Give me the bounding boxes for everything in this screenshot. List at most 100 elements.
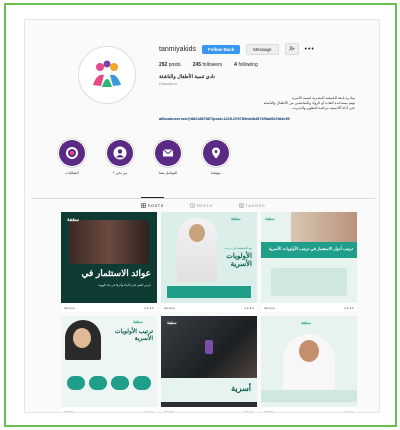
post-footer: tanmiya ● ● ● ● (161, 303, 257, 312)
post-title: أسرية (231, 384, 251, 393)
post-photo-face (189, 224, 205, 242)
highlight-ring (105, 138, 135, 168)
highlight-circle (59, 140, 85, 166)
profile-link[interactable]: allbookuser.ws/@8821887867/post=1225.2V5… (159, 117, 290, 121)
bio-line: نحن أداة أكاديمية مرحلية للتطوير والتدري… (292, 106, 355, 111)
tab-reels[interactable]: REELS (190, 200, 213, 208)
profile-header-row: tanmiyakids Follow Back Message ••• (159, 43, 315, 55)
story-highlights: الفعاليات من نحن ؟ التواصل معنا موقعنا (55, 138, 233, 175)
post-tile[interactable]: سقفة أسرية tanmiya ● ● ● ● (161, 316, 257, 413)
profile-category: Education (159, 81, 177, 86)
post-footer-text: tanmiya (264, 305, 275, 310)
post-social-icons: ● ● ● ● (244, 305, 254, 310)
username: tanmiyakids (159, 45, 196, 53)
screenshot-frame: tanmiyakids Follow Back Message ••• 292 … (4, 3, 397, 427)
profile-bio: مبادرة تابعة للجمعية المصرية لتنمية الأس… (159, 96, 355, 112)
post-stat-pill (67, 376, 85, 390)
post-footer-text: tanmiya (264, 409, 275, 413)
highlight-label: موقعنا (211, 171, 221, 175)
post-title: ترتيب أدوار الاستثمار في ترتيب الأولويات… (268, 246, 353, 251)
followers-number: 245 (192, 62, 202, 68)
post-brand: سقفة (265, 216, 275, 221)
profile-tabs: POSTS REELS TAGGED (25, 197, 379, 208)
post-stat-pill (133, 376, 151, 390)
highlight-label: التواصل معنا (158, 171, 178, 175)
post-social-icons: ● ● ● ● (344, 305, 354, 310)
highlight-ring (57, 138, 87, 168)
more-options-icon[interactable]: ••• (305, 46, 315, 53)
following-label: following (238, 62, 258, 68)
post-footer: tanmiya ● ● ● ● (261, 407, 357, 413)
posts-label: posts (168, 62, 181, 68)
post-brand: سقفة (167, 320, 177, 325)
post-footer-text: tanmiya (64, 409, 75, 413)
post-footer-text: tanmiya (64, 305, 75, 310)
post-tile[interactable]: سقفة tanmiya ● ● ● ● (261, 316, 357, 413)
tagged-icon (238, 203, 244, 208)
post-photo-object (205, 340, 213, 354)
post-tile[interactable]: ترتيب أدوار الاستثمار في ترتيب الأولويات… (261, 212, 357, 312)
post-banner (167, 286, 251, 298)
post-photo (69, 220, 149, 264)
user-icon (113, 146, 127, 160)
posts-number: 292 (159, 62, 168, 68)
highlight-circle (203, 140, 229, 166)
post-footer: tanmiya ● ● ● ● (161, 407, 257, 413)
post-subtitle: مع التخطيط في ترتيب (224, 246, 252, 250)
tab-label: POSTS (147, 203, 164, 208)
tab-posts[interactable]: POSTS (140, 197, 164, 208)
post-title: ترتيب الأولويات الأسرية (114, 329, 153, 342)
highlight-about[interactable]: من نحن ؟ (103, 138, 137, 175)
followers-label: followers (202, 62, 223, 68)
post-brand: سقفة (133, 319, 143, 324)
highlight-label: الفعاليات (65, 171, 79, 175)
posts-grid: سقفة عوائد الاستثمار في غرس القيم لدى ال… (61, 212, 357, 413)
profile-stats: 292 posts 245 followers 4 following (159, 62, 258, 68)
post-tile[interactable]: سقفة عوائد الاستثمار في غرس القيم لدى ال… (61, 212, 157, 312)
post-subtitle: غرس القيم لدى الأبناء وأثرها في بناء اله… (98, 283, 151, 287)
highlight-ring (201, 138, 231, 168)
followers-count[interactable]: 245 followers (193, 62, 222, 68)
following-count[interactable]: 4 following (234, 62, 258, 68)
mail-icon (162, 149, 174, 157)
profile-display-name: نادي تنمية الأطفال والناشئة (159, 74, 215, 80)
tab-tagged[interactable]: TAGGED (238, 200, 266, 208)
post-stat-pill (111, 376, 129, 390)
post-footer-text: tanmiya (164, 305, 175, 310)
post-tile[interactable]: سقفة مع التخطيط في ترتيب الأولويات الأسر… (161, 212, 257, 312)
post-social-icons: ● ● ● ● (144, 305, 154, 310)
highlight-contact[interactable]: التواصل معنا (151, 138, 185, 175)
grid-icon (141, 203, 146, 208)
post-tile[interactable]: سقفة ترتيب الأولويات الأسرية tanmiya ● ● … (61, 316, 157, 413)
message-button[interactable]: Message (246, 43, 279, 55)
logo-icon (93, 60, 121, 87)
posts-count[interactable]: 292 posts (159, 62, 181, 68)
post-brand: سقفة (231, 216, 241, 221)
target-icon (66, 147, 78, 159)
post-graphic (271, 268, 347, 296)
post-social-icons: ● ● ● ● (344, 409, 354, 413)
add-person-icon (288, 46, 294, 51)
add-person-button[interactable] (284, 43, 299, 55)
highlight-events[interactable]: الفعاليات (55, 138, 89, 175)
highlight-circle (107, 140, 133, 166)
post-footer: tanmiya ● ● ● ● (261, 303, 357, 312)
post-social-icons: ● ● ● ● (244, 409, 254, 413)
follow-back-button[interactable]: Follow Back (201, 44, 241, 54)
reels-icon (190, 203, 195, 208)
highlight-label: من نحن ؟ (112, 171, 128, 175)
tabs-divider (31, 198, 375, 199)
tab-label: REELS (196, 203, 213, 208)
post-footer: tanmiya ● ● ● ● (61, 303, 157, 312)
post-brand: سقفة (67, 217, 79, 223)
post-footer: tanmiya ● ● ● ● (61, 407, 157, 413)
highlight-location[interactable]: موقعنا (199, 138, 233, 175)
highlight-ring (153, 138, 183, 168)
post-footer-text: tanmiya (164, 409, 175, 413)
location-pin-icon (212, 147, 220, 159)
profile-avatar[interactable] (78, 46, 136, 104)
post-brand: سقفة (301, 320, 311, 325)
post-banner (261, 390, 357, 402)
post-photo-face (299, 340, 319, 362)
post-stat-pill (89, 376, 107, 390)
